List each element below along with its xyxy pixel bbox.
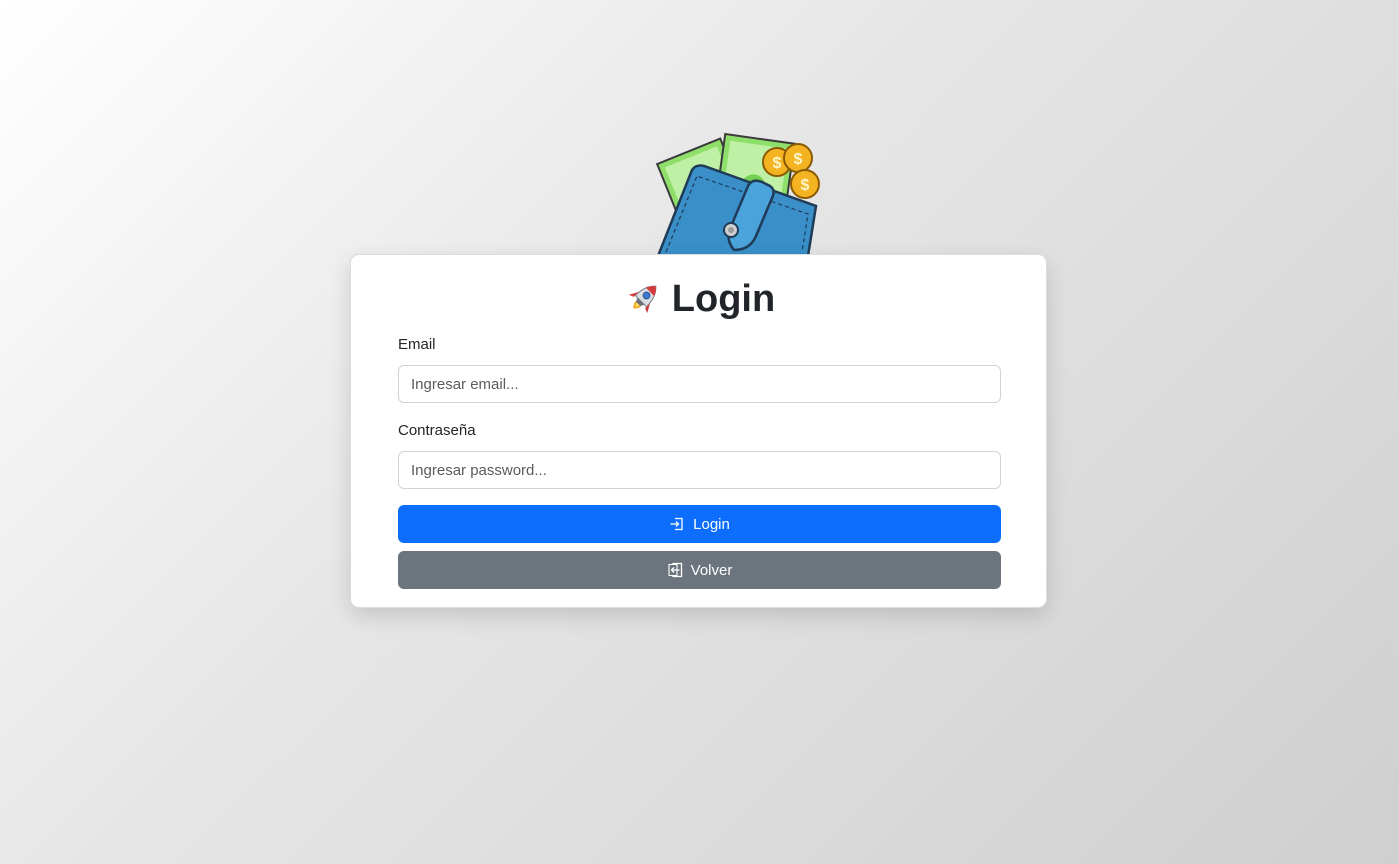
password-label: Contraseña: [398, 422, 476, 439]
login-button-label: Login: [693, 515, 730, 533]
svg-text:$: $: [794, 151, 803, 168]
rocket-icon: [622, 278, 664, 320]
login-button[interactable]: Login: [398, 505, 1001, 543]
login-card: Login Email Contraseña Login Volver: [350, 254, 1047, 608]
back-button[interactable]: Volver: [398, 551, 1001, 589]
box-arrow-left-icon: [667, 562, 683, 578]
email-label: Email: [398, 336, 436, 353]
svg-text:$: $: [801, 177, 810, 194]
title-text: Login: [671, 278, 776, 320]
box-arrow-in-right-icon: [669, 516, 685, 532]
page-title: Login: [351, 277, 1046, 321]
password-input[interactable]: [398, 451, 1001, 489]
wallet-money-illustration: $ $ $: [640, 128, 830, 258]
back-button-label: Volver: [690, 561, 733, 579]
svg-text:$: $: [773, 155, 782, 172]
email-input[interactable]: [398, 365, 1001, 403]
